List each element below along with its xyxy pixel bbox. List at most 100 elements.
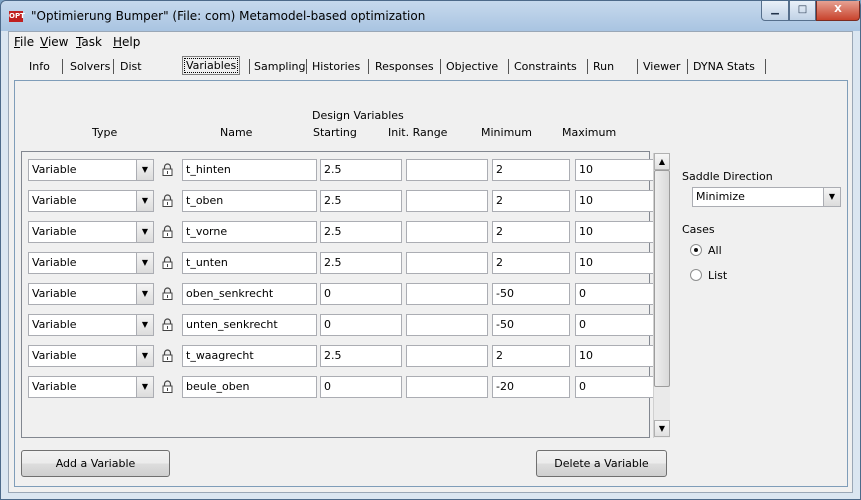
app-window: OPT "Optimierung Bumper" (File: com) Met…	[0, 0, 861, 500]
close-button[interactable]: X	[816, 1, 860, 21]
starting-field[interactable]: 2.5	[320, 221, 402, 243]
tab-separator	[249, 59, 250, 74]
lock-icon[interactable]	[162, 380, 173, 393]
init-range-field[interactable]	[406, 345, 488, 367]
name-field[interactable]: t_hinten	[182, 159, 317, 181]
maximum-field[interactable]: 0	[575, 283, 654, 305]
minimize-button[interactable]: ▁	[761, 1, 789, 21]
tab-dyna-stats[interactable]: DYNA Stats	[693, 60, 755, 73]
lock-icon[interactable]	[162, 256, 173, 269]
starting-field[interactable]: 2.5	[320, 159, 402, 181]
vertical-scrollbar[interactable]: ▲ ▼	[653, 153, 670, 438]
type-select[interactable]: Variable ▼	[28, 314, 154, 336]
name-field[interactable]: t_oben	[182, 190, 317, 212]
name-field[interactable]: t_vorne	[182, 221, 317, 243]
maximum-field[interactable]: 10	[575, 221, 654, 243]
maximum-field[interactable]: 10	[575, 252, 654, 274]
minimum-field[interactable]: 2	[492, 252, 570, 274]
minimum-field[interactable]: 2	[492, 190, 570, 212]
tab-separator	[637, 59, 638, 74]
starting-field[interactable]: 0	[320, 283, 402, 305]
name-field[interactable]: t_unten	[182, 252, 317, 274]
lock-icon[interactable]	[162, 225, 173, 238]
starting-field[interactable]: 2.5	[320, 345, 402, 367]
menu-view[interactable]: View	[40, 35, 68, 49]
tab-constraints[interactable]: Constraints	[514, 60, 577, 73]
chevron-down-icon: ▼	[136, 377, 153, 397]
type-select[interactable]: Variable ▼	[28, 221, 154, 243]
init-range-field[interactable]	[406, 190, 488, 212]
minimum-field[interactable]: -20	[492, 376, 570, 398]
tab-responses[interactable]: Responses	[375, 60, 434, 73]
menu-help[interactable]: Help	[113, 35, 140, 49]
table-row: Variable ▼ oben_senkrecht 0 -50 0	[22, 281, 654, 311]
minimum-field[interactable]: -50	[492, 283, 570, 305]
column-starting: Starting	[313, 126, 357, 139]
tab-dist[interactable]: Dist	[120, 60, 142, 73]
column-maximum: Maximum	[562, 126, 617, 139]
lock-icon[interactable]	[162, 194, 173, 207]
saddle-direction-select[interactable]: Minimize ▼	[692, 187, 841, 207]
tab-strip: Info Solvers Dist Variables Sampling His…	[9, 54, 852, 80]
name-field[interactable]: t_waagrecht	[182, 345, 317, 367]
tab-run[interactable]: Run	[593, 60, 614, 73]
lock-icon[interactable]	[162, 287, 173, 300]
init-range-field[interactable]	[406, 314, 488, 336]
type-select[interactable]: Variable ▼	[28, 159, 154, 181]
lock-icon[interactable]	[162, 163, 173, 176]
init-range-field[interactable]	[406, 221, 488, 243]
minimum-field[interactable]: 2	[492, 345, 570, 367]
maximize-button[interactable]: □	[789, 1, 816, 21]
starting-field[interactable]: 2.5	[320, 252, 402, 274]
cases-list-label: List	[708, 269, 728, 282]
maximum-field[interactable]: 0	[575, 376, 654, 398]
name-field[interactable]: oben_senkrecht	[182, 283, 317, 305]
type-select[interactable]: Variable ▼	[28, 283, 154, 305]
starting-field[interactable]: 2.5	[320, 190, 402, 212]
tab-info[interactable]: Info	[29, 60, 50, 73]
menu-bar: File View Task Help	[9, 32, 852, 53]
table-row: Variable ▼ t_vorne 2.5 2 10	[22, 219, 654, 249]
lock-icon[interactable]	[162, 349, 173, 362]
tab-viewer[interactable]: Viewer	[643, 60, 680, 73]
column-minimum: Minimum	[481, 126, 532, 139]
tab-solvers[interactable]: Solvers	[70, 60, 110, 73]
scroll-down-button[interactable]: ▼	[654, 420, 670, 437]
type-select[interactable]: Variable ▼	[28, 190, 154, 212]
column-init-range: Init. Range	[388, 126, 448, 139]
minimum-field[interactable]: 2	[492, 221, 570, 243]
name-field[interactable]: beule_oben	[182, 376, 317, 398]
minimum-field[interactable]: -50	[492, 314, 570, 336]
init-range-field[interactable]	[406, 376, 488, 398]
scroll-up-button[interactable]: ▲	[654, 153, 670, 170]
type-select[interactable]: Variable ▼	[28, 252, 154, 274]
tab-histories[interactable]: Histories	[312, 60, 360, 73]
maximum-field[interactable]: 10	[575, 159, 654, 181]
maximum-field[interactable]: 10	[575, 345, 654, 367]
maximum-field[interactable]: 10	[575, 190, 654, 212]
init-range-field[interactable]	[406, 283, 488, 305]
tab-objective[interactable]: Objective	[446, 60, 498, 73]
starting-field[interactable]: 0	[320, 376, 402, 398]
scroll-thumb[interactable]	[654, 170, 670, 387]
menu-task[interactable]: Task	[76, 35, 102, 49]
init-range-field[interactable]	[406, 159, 488, 181]
lock-icon[interactable]	[162, 318, 173, 331]
app-logo-icon: OPT	[9, 11, 25, 22]
chevron-down-icon: ▼	[136, 284, 153, 304]
name-field[interactable]: unten_senkrecht	[182, 314, 317, 336]
init-range-field[interactable]	[406, 252, 488, 274]
cases-list-radio[interactable]	[690, 269, 702, 281]
type-select[interactable]: Variable ▼	[28, 345, 154, 367]
cases-all-radio[interactable]	[690, 244, 702, 256]
maximum-field[interactable]: 0	[575, 314, 654, 336]
minimum-field[interactable]: 2	[492, 159, 570, 181]
add-variable-button[interactable]: Add a Variable	[21, 450, 170, 477]
tab-variables[interactable]: Variables	[181, 56, 241, 75]
title-bar[interactable]: OPT "Optimierung Bumper" (File: com) Met…	[1, 1, 860, 31]
starting-field[interactable]: 0	[320, 314, 402, 336]
menu-file[interactable]: File	[14, 35, 34, 49]
delete-variable-button[interactable]: Delete a Variable	[536, 450, 667, 477]
type-select[interactable]: Variable ▼	[28, 376, 154, 398]
tab-sampling[interactable]: Sampling	[254, 60, 306, 73]
